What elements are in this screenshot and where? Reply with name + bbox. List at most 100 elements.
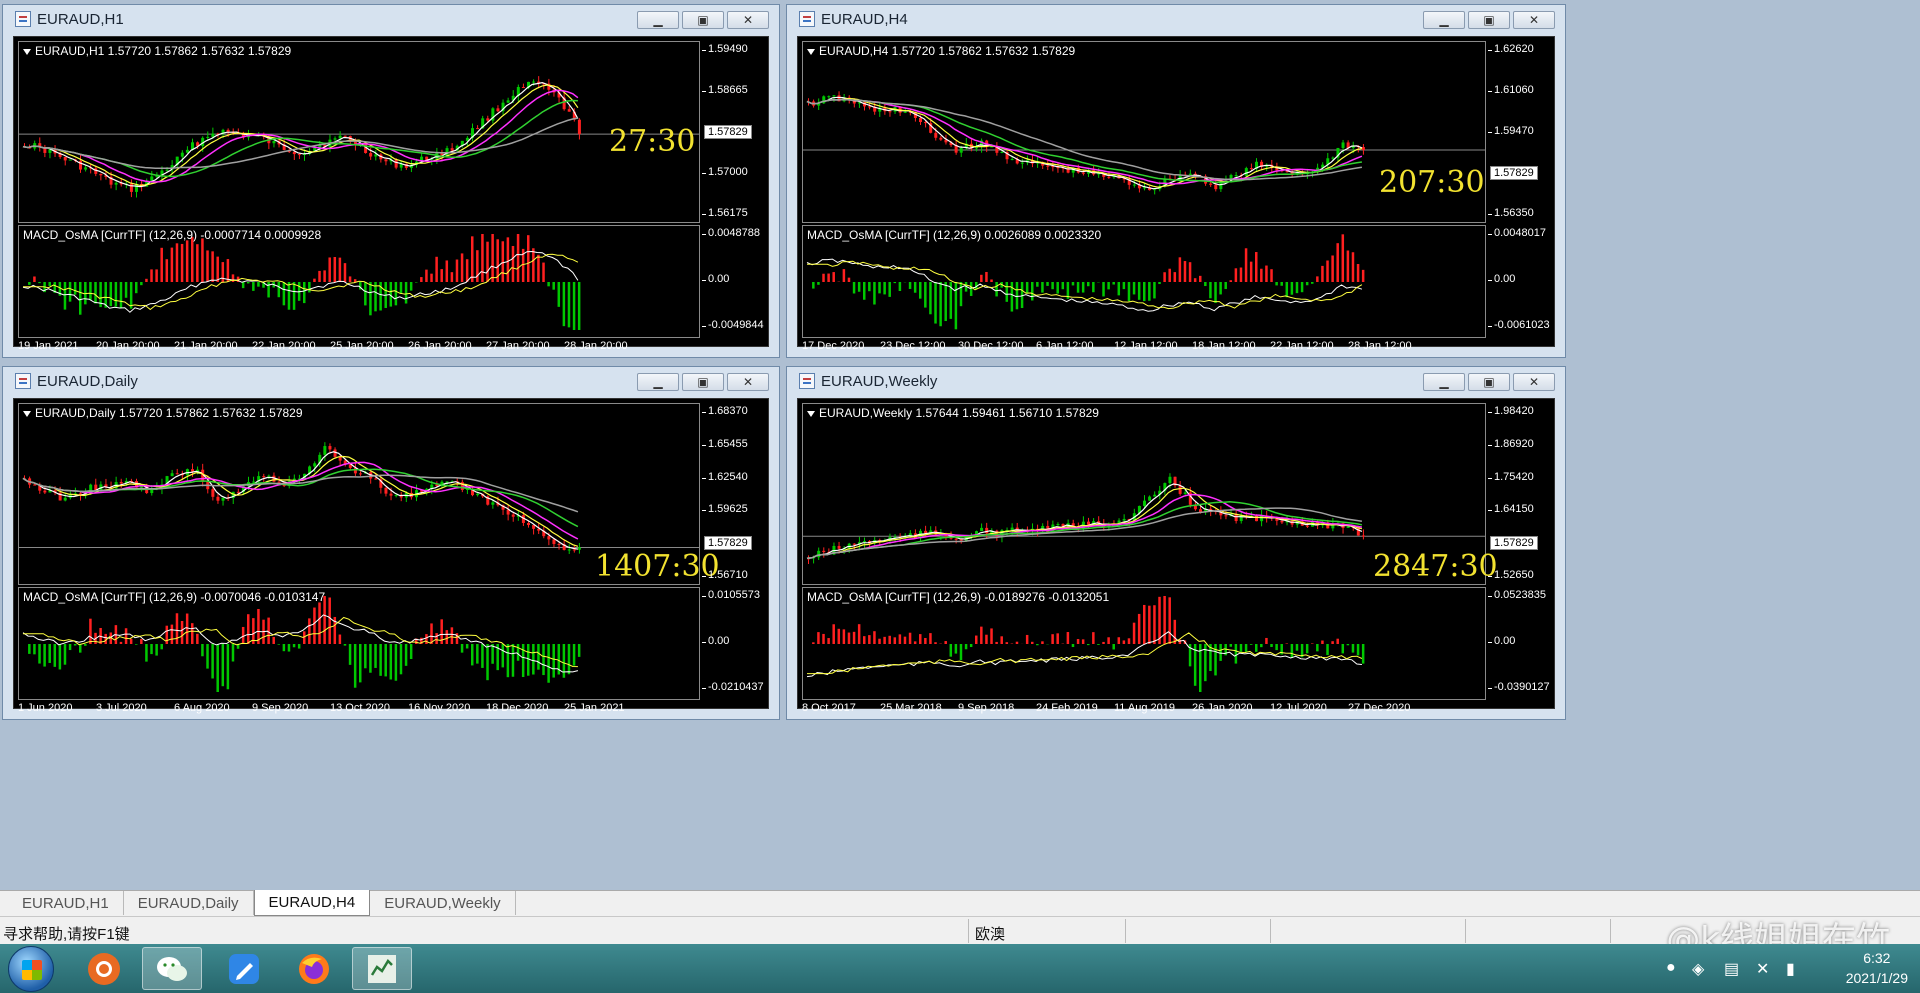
window-titlebar[interactable]: EURAUD,H1 ▁ ▣ ✕ bbox=[3, 5, 779, 33]
candle-body bbox=[63, 156, 67, 161]
price-axis[interactable]: 1.98420 1.86920 1.75420 1.64150 1.57829 1.526… bbox=[1488, 403, 1554, 585]
time-tick: 22 Jan 20:00 bbox=[252, 340, 316, 352]
osma-bar bbox=[282, 644, 286, 652]
time-axis[interactable]: 19 Jan 2021 20 Jan 20:00 21 Jan 20:00 22 Ja… bbox=[18, 340, 700, 356]
osma-bar bbox=[455, 259, 459, 282]
osma-bar bbox=[33, 644, 36, 655]
taskbar-app-firefox[interactable] bbox=[284, 947, 344, 990]
network-tray-icon[interactable]: ▤ bbox=[1724, 959, 1739, 979]
minimize-button[interactable]: ▁ bbox=[1423, 373, 1465, 391]
macd-axis[interactable]: 0.0048017 0.00 -0.0061023 bbox=[1487, 225, 1554, 338]
window-titlebar[interactable]: EURAUD,H4 ▁ ▣ ✕ bbox=[787, 5, 1565, 33]
time-tick: 20 Jan 20:00 bbox=[96, 340, 160, 352]
osma-bar bbox=[1305, 644, 1309, 654]
notes-pen-icon bbox=[229, 953, 259, 984]
taskbar-app-browser[interactable] bbox=[74, 947, 134, 990]
close-button[interactable]: ✕ bbox=[1513, 11, 1555, 29]
restore-button[interactable]: ▣ bbox=[682, 11, 724, 29]
macd-tick: 0.00 bbox=[701, 273, 730, 285]
taskbar-app-notes[interactable] bbox=[214, 947, 274, 990]
wechat-tray-icon[interactable]: ● bbox=[1666, 959, 1676, 977]
macd-pane[interactable]: MACD_OsMA [CurrTF] (12,26,9) -0.0189276 … bbox=[802, 587, 1486, 700]
window-titlebar[interactable]: EURAUD,Daily ▁ ▣ ✕ bbox=[3, 367, 779, 395]
osma-bar bbox=[1341, 234, 1345, 282]
osma-bar bbox=[124, 628, 128, 644]
price-pane[interactable]: EURAUD,H1 1.57720 1.57862 1.57632 1.5782… bbox=[18, 41, 719, 223]
osma-bar bbox=[1148, 282, 1151, 301]
macd-axis[interactable]: 0.0105573 0.00 -0.0210437 bbox=[701, 587, 768, 700]
tab-euraud-h1[interactable]: EURAUD,H1 bbox=[8, 891, 124, 915]
restore-button[interactable]: ▣ bbox=[1468, 11, 1510, 29]
macd-axis[interactable]: 0.0523835 0.00 -0.0390127 bbox=[1487, 587, 1554, 700]
restore-button[interactable]: ▣ bbox=[682, 373, 724, 391]
candle-body bbox=[1214, 184, 1218, 190]
minimize-button[interactable]: ▁ bbox=[637, 11, 679, 29]
osma-bar bbox=[908, 282, 912, 289]
system-clock[interactable]: 6:32 2021/1/29 bbox=[1846, 948, 1908, 988]
osma-bar bbox=[379, 644, 382, 676]
dropdown-triangle-icon[interactable] bbox=[807, 410, 815, 417]
candle-body bbox=[445, 481, 449, 483]
restore-button[interactable]: ▣ bbox=[1468, 373, 1510, 391]
tab-euraud-weekly[interactable]: EURAUD,Weekly bbox=[370, 891, 516, 915]
dropdown-triangle-icon[interactable] bbox=[23, 48, 31, 55]
osma-bar bbox=[48, 644, 51, 663]
dropdown-triangle-icon[interactable] bbox=[807, 48, 815, 55]
chart-area[interactable]: EURAUD,H1 1.57720 1.57862 1.57632 1.5782… bbox=[13, 36, 769, 352]
chart-window-h4[interactable]: EURAUD,H4 ▁ ▣ ✕ EURAUD,H4 1.57720 1.5786… bbox=[786, 4, 1566, 358]
time-axis[interactable]: 8 Oct 2017 25 Mar 2018 9 Sep 2018 24 Feb 20… bbox=[802, 702, 1486, 718]
close-button[interactable]: ✕ bbox=[727, 11, 769, 29]
shield-tray-icon[interactable]: ◈ bbox=[1692, 959, 1704, 979]
time-axis[interactable]: 1 Jun 2020 3 Jul 2020 6 Aug 2020 9 Sep 2020… bbox=[18, 702, 700, 718]
macd-pane[interactable]: MACD_OsMA [CurrTF] (12,26,9) -0.0007714 … bbox=[18, 225, 700, 338]
time-axis[interactable]: 17 Dec 2020 23 Dec 12:00 30 Dec 12:00 6 Jan… bbox=[802, 340, 1486, 356]
osma-bar bbox=[1137, 282, 1141, 300]
macd-pane[interactable]: MACD_OsMA [CurrTF] (12,26,9) -0.0070046 … bbox=[18, 587, 700, 700]
price-axis[interactable]: 1.59490 1.58665 1.57829 1.57000 1.56175 bbox=[702, 41, 768, 223]
macd-tick: 0.00 bbox=[701, 635, 730, 647]
candle-body bbox=[450, 148, 454, 151]
time-tick: 6 Jan 12:00 bbox=[1036, 340, 1094, 352]
tab-euraud-daily[interactable]: EURAUD,Daily bbox=[124, 891, 254, 915]
macd-axis[interactable]: 0.0048788 0.00 -0.0049844 bbox=[701, 225, 768, 338]
price-axis[interactable]: 1.68370 1.65455 1.62540 1.59625 1.57829 1.567… bbox=[702, 403, 768, 585]
minimize-button[interactable]: ▁ bbox=[637, 373, 679, 391]
osma-bar bbox=[506, 644, 510, 678]
osma-bar bbox=[1143, 282, 1146, 302]
minimize-button[interactable]: ▁ bbox=[1423, 11, 1465, 29]
chart-area[interactable]: EURAUD,Weekly 1.57644 1.59461 1.56710 1.… bbox=[797, 398, 1555, 714]
macd-pane[interactable]: MACD_OsMA [CurrTF] (12,26,9) 0.0026089 0… bbox=[802, 225, 1486, 338]
osma-bar bbox=[562, 282, 566, 327]
candle-body bbox=[129, 183, 133, 192]
osma-bar bbox=[827, 638, 830, 644]
price-pane[interactable]: EURAUD,H4 1.57720 1.57862 1.57632 1.5782… bbox=[802, 41, 1503, 223]
close-button[interactable]: ✕ bbox=[727, 373, 769, 391]
status-profile[interactable]: 欧澳 bbox=[975, 923, 1005, 944]
price-axis[interactable]: 1.62620 1.61060 1.59470 1.57829 1.56350 bbox=[1488, 41, 1554, 223]
chart-window-icon bbox=[15, 373, 31, 389]
signal-tray-icon[interactable]: ▮ bbox=[1786, 959, 1795, 979]
volume-muted-icon[interactable]: ✕ bbox=[1756, 959, 1769, 979]
close-button[interactable]: ✕ bbox=[1513, 373, 1555, 391]
start-button[interactable] bbox=[8, 946, 54, 992]
candle-body bbox=[1361, 535, 1365, 537]
price-pane[interactable]: EURAUD,Weekly 1.57644 1.59461 1.56710 1.… bbox=[802, 403, 1503, 585]
osma-bar bbox=[1051, 634, 1054, 644]
osma-bar bbox=[435, 633, 438, 644]
taskbar-app-wechat[interactable] bbox=[142, 947, 202, 990]
price-tick: 1.58665 bbox=[702, 84, 748, 96]
window-titlebar[interactable]: EURAUD,Weekly ▁ ▣ ✕ bbox=[787, 367, 1565, 395]
candle-body bbox=[511, 514, 515, 517]
osma-bar bbox=[847, 632, 851, 644]
price-pane[interactable]: EURAUD,Daily 1.57720 1.57862 1.57632 1.5… bbox=[18, 403, 720, 585]
tab-euraud-h4[interactable]: EURAUD,H4 bbox=[253, 890, 371, 916]
taskbar-app-trader[interactable] bbox=[352, 947, 412, 990]
chart-area[interactable]: EURAUD,H4 1.57720 1.57862 1.57632 1.5782… bbox=[797, 36, 1555, 352]
osma-bar bbox=[394, 644, 398, 681]
chart-area[interactable]: EURAUD,Daily 1.57720 1.57862 1.57632 1.5… bbox=[13, 398, 769, 714]
chart-window-daily[interactable]: EURAUD,Daily ▁ ▣ ✕ EURAUD,Daily 1.57720 … bbox=[2, 366, 780, 720]
dropdown-triangle-icon[interactable] bbox=[23, 410, 31, 417]
chart-window-weekly[interactable]: EURAUD,Weekly ▁ ▣ ✕ EURAUD,Weekly 1.5764… bbox=[786, 366, 1566, 720]
price-tick: 1.64150 bbox=[1488, 503, 1534, 516]
chart-window-h1[interactable]: EURAUD,H1 ▁ ▣ ✕ EURAUD,H1 1.57720 1.5786… bbox=[2, 4, 780, 358]
